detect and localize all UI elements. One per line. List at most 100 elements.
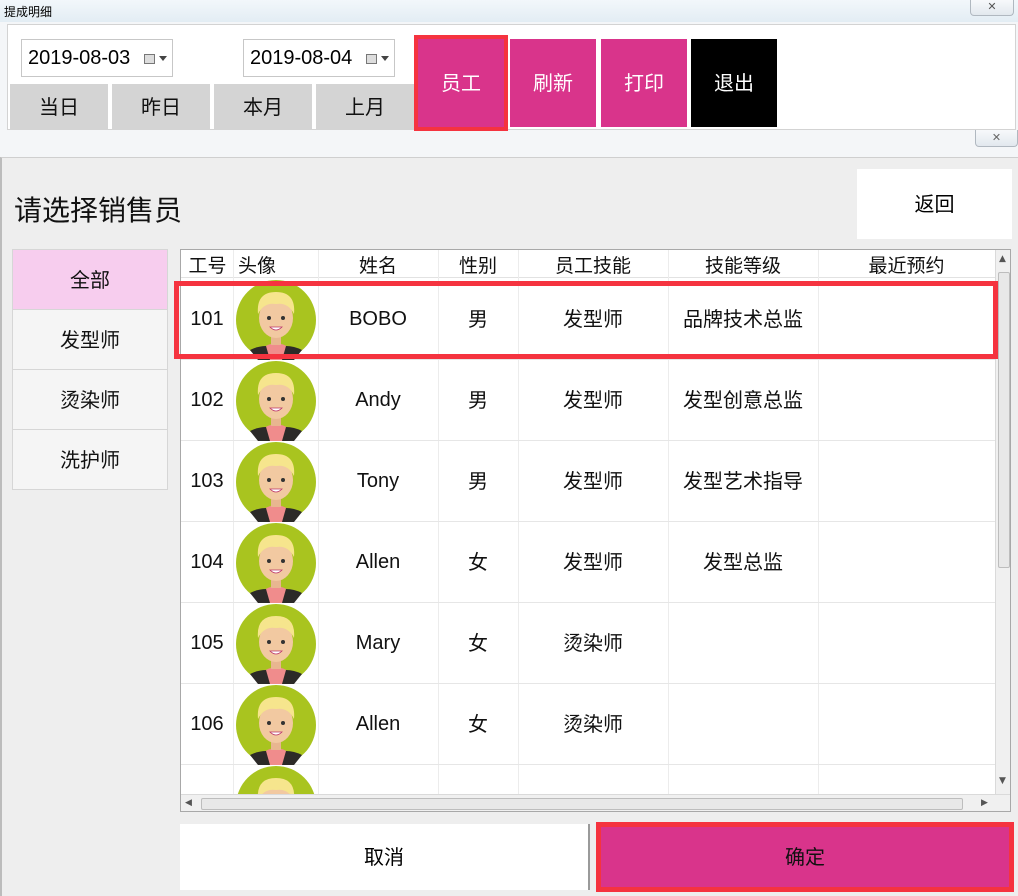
category-care-specialist[interactable]: 洗护师: [13, 430, 167, 490]
category-all[interactable]: 全部: [13, 250, 167, 310]
cell-skill: 烫染师: [563, 712, 623, 736]
cell-recent-booking: [818, 684, 995, 765]
cancel-button[interactable]: 取消: [180, 824, 590, 890]
cell-name: Andy: [355, 389, 401, 411]
scroll-right-icon[interactable]: ▶: [981, 798, 988, 808]
cell-id: 101: [190, 308, 224, 330]
this-month-button[interactable]: 本月: [214, 84, 312, 130]
cell-gender: 男: [468, 469, 488, 493]
cell-name: Mary: [355, 632, 401, 654]
end-date-picker[interactable]: 2019-08-04: [243, 39, 395, 77]
table-header: 工号 头像 姓名 性别 员工技能 技能等级 最近预约: [181, 250, 995, 278]
cell-id: [181, 765, 233, 794]
table-row[interactable]: 102 Andy 男 发型师 发型创意总监: [181, 360, 995, 441]
start-date-value: 2019-08-03: [28, 47, 131, 69]
last-month-button[interactable]: 上月: [316, 84, 414, 130]
cell-skill: 发型师: [563, 550, 623, 574]
exit-button[interactable]: 退出: [691, 39, 777, 127]
cell-id: 102: [190, 389, 224, 411]
column-id: 工号: [188, 255, 227, 277]
confirm-button[interactable]: 确定: [596, 822, 1014, 892]
calendar-icon: [144, 54, 155, 64]
cell-id: 103: [190, 470, 224, 492]
scroll-down-icon[interactable]: ▼: [999, 776, 1006, 786]
column-level: 技能等级: [704, 255, 781, 277]
avatar-icon: [236, 280, 316, 360]
table-row[interactable]: 101 BOBO 男 发型师 品牌技术总监: [181, 279, 995, 360]
category-list: 全部 发型师 烫染师 洗护师: [12, 249, 168, 490]
calendar-icon: [366, 54, 377, 64]
cell-gender: 女: [468, 550, 488, 574]
cell-name: Allen: [355, 551, 401, 573]
cell-recent-booking: [818, 765, 995, 794]
window-close-button[interactable]: ✕: [970, 0, 1014, 16]
column-avatar: 头像: [238, 255, 277, 277]
avatar-icon: [236, 604, 316, 684]
commission-detail-window: 提成明细 ✕ 2019-08-03 2019-08-04 当日 昨日 本月 上月…: [0, 0, 1018, 160]
avatar-icon: [236, 442, 316, 522]
cell-recent-booking: [818, 441, 995, 522]
cell-level: 品牌技术总监: [683, 307, 803, 331]
horizontal-scrollbar[interactable]: ◀ ▶: [181, 794, 1010, 811]
end-date-value: 2019-08-04: [250, 47, 353, 69]
back-button[interactable]: 返回: [857, 169, 1012, 239]
start-date-picker[interactable]: 2019-08-03: [21, 39, 173, 77]
table-row[interactable]: 104 Allen 女 发型师 发型总监: [181, 522, 995, 603]
column-recent-booking: 最近预约: [868, 255, 945, 277]
filter-toolbar: 2019-08-03 2019-08-04 当日 昨日 本月 上月 员工 刷新 …: [7, 24, 1016, 131]
cell-gender: 男: [468, 388, 488, 412]
cell-recent-booking: [818, 279, 995, 360]
avatar-icon: [236, 361, 316, 441]
scroll-left-icon[interactable]: ◀: [185, 798, 192, 808]
dialog-close-button[interactable]: ✕: [975, 130, 1018, 147]
staff-button[interactable]: 员工: [414, 35, 508, 131]
cell-id: 104: [190, 551, 224, 573]
cell-gender: 男: [468, 307, 488, 331]
cell-level: 发型创意总监: [683, 388, 803, 412]
cell-level: [668, 684, 818, 765]
avatar-icon: [237, 766, 315, 794]
cell-level: [668, 603, 818, 684]
table-body: 101 BOBO 男发型师 品牌技术总监 102 Andy 男发型师 发型创意总监 103 Ton…: [181, 279, 995, 794]
column-skill: 员工技能: [554, 255, 631, 277]
vertical-scrollbar[interactable]: ▲ ▼: [995, 250, 1010, 794]
avatar-icon: [236, 685, 316, 765]
window-titlebar: 提成明细: [0, 0, 1018, 22]
cell-id: 106: [190, 713, 224, 735]
table-row[interactable]: 105 Mary 女 烫染师: [181, 603, 995, 684]
cell-name: BOBO: [349, 308, 407, 330]
cell-skill: 发型师: [563, 388, 623, 412]
staff-table: 工号 头像 姓名 性别 员工技能 技能等级 最近预约 101 BOBO 男发型师 品牌…: [180, 249, 1011, 812]
cell-level: [668, 765, 818, 794]
category-colorist[interactable]: 烫染师: [13, 370, 167, 430]
cell-name: Tony: [356, 470, 400, 492]
chevron-down-icon: [159, 56, 167, 61]
window-title: 提成明细: [4, 5, 53, 19]
cell-skill: 发型师: [563, 469, 623, 493]
scroll-up-icon[interactable]: ▲: [999, 254, 1006, 264]
cell-gender: 女: [468, 712, 488, 736]
print-button[interactable]: 打印: [601, 39, 687, 127]
cell-name: Allen: [355, 713, 401, 735]
refresh-button[interactable]: 刷新: [510, 39, 596, 127]
column-gender: 性别: [458, 255, 497, 277]
column-name: 姓名: [358, 255, 397, 277]
horizontal-scroll-thumb[interactable]: [201, 798, 963, 810]
dialog-title: 请选择销售员: [14, 194, 183, 227]
today-button[interactable]: 当日: [10, 84, 108, 130]
yesterday-button[interactable]: 昨日: [112, 84, 210, 130]
cell-skill: 烫染师: [563, 631, 623, 655]
cell-gender: [438, 765, 518, 794]
table-row[interactable]: [181, 765, 995, 794]
cell-skill: 发型师: [563, 307, 623, 331]
select-salesperson-dialog: 请选择销售员 返回 全部 发型师 烫染师 洗护师 工号 头像 姓名 性别 员工技…: [0, 157, 1018, 896]
cell-id: 105: [190, 632, 224, 654]
cell-gender: 女: [468, 631, 488, 655]
table-row[interactable]: 106 Allen 女 烫染师: [181, 684, 995, 765]
cell-level: 发型艺术指导: [683, 469, 803, 493]
category-stylist[interactable]: 发型师: [13, 310, 167, 370]
cell-recent-booking: [818, 360, 995, 441]
vertical-scroll-thumb[interactable]: [998, 272, 1010, 568]
table-row[interactable]: 103 Tony 男 发型师 发型艺术指导: [181, 441, 995, 522]
cell-recent-booking: [818, 522, 995, 603]
